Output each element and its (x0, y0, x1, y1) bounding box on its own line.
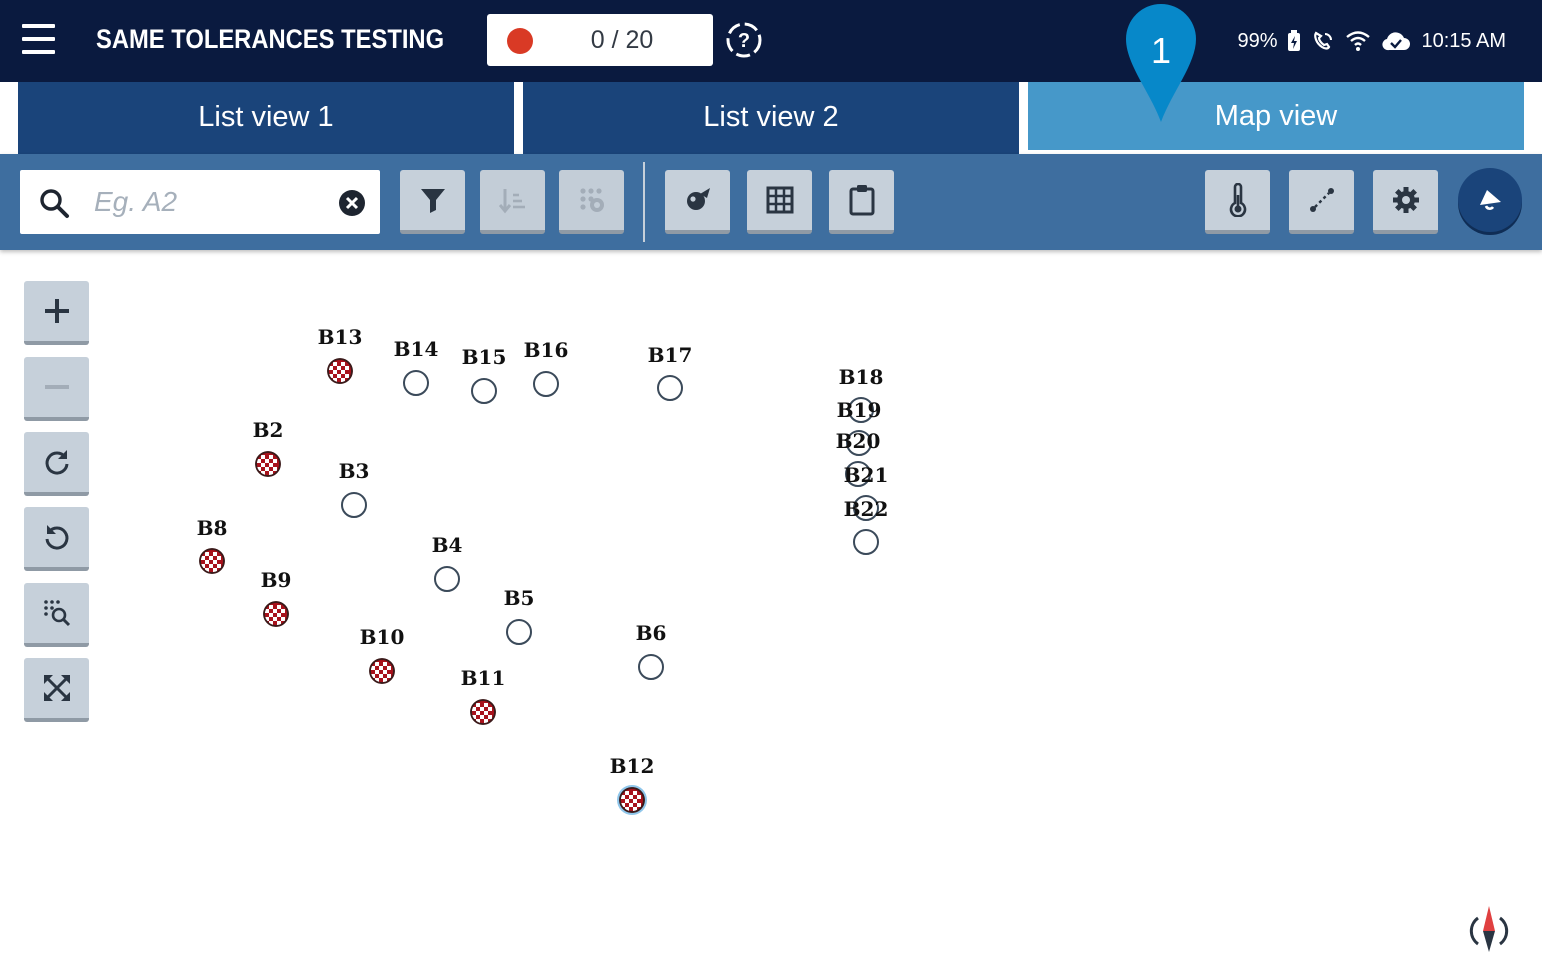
map-marker-label: B8 (196, 516, 228, 540)
map-marker-label: B22 (843, 497, 889, 521)
map-marker-label: B19 (836, 398, 882, 422)
marker-empty-icon (341, 492, 367, 518)
battery-charging-icon (1288, 30, 1301, 51)
clear-search-icon[interactable] (338, 189, 366, 217)
map-canvas[interactable]: B13 B14 B15 B16 B17 B18 B19 B20 B21 B22 B2 B3 B8 B9 B4… (0, 250, 1542, 966)
map-marker-label: B9 (260, 568, 292, 592)
settings-button[interactable] (1373, 170, 1438, 234)
clock-text: 10:15 AM (1421, 29, 1506, 52)
svg-text:?: ? (738, 30, 750, 52)
status-bar: 99% 10:15 AM (1237, 26, 1506, 56)
marker-empty-icon (853, 529, 879, 555)
map-marker-label: B6 (635, 621, 667, 645)
marker-checked-icon (369, 658, 395, 684)
call-icon (1314, 31, 1333, 50)
map-marker-label: B16 (523, 338, 569, 362)
app-root: { "header": { "title": "SAME TOLERANCES … (0, 0, 1542, 966)
toolbar (0, 154, 1542, 250)
filter-icon (420, 189, 445, 213)
sort-button[interactable] (480, 170, 545, 234)
map-marker-label: B11 (460, 666, 506, 690)
tab-list-view-1[interactable]: List view 1 (18, 82, 514, 154)
marker-checked-icon (470, 699, 496, 725)
battery-text: 99% (1237, 29, 1278, 52)
sort-icon (498, 189, 525, 214)
cluster-button[interactable] (559, 170, 624, 234)
notifications-button[interactable] (1458, 168, 1522, 232)
marker-empty-icon (506, 619, 532, 645)
search-icon (40, 189, 69, 218)
record-dot-icon (507, 28, 533, 54)
tab-map-view[interactable]: Map view (1028, 82, 1524, 154)
marker-checked-icon (263, 601, 289, 627)
clipboard-icon (849, 185, 874, 216)
map-marker-label: B13 (317, 325, 363, 349)
marker-checked-icon (617, 785, 647, 815)
measure-button[interactable] (1289, 170, 1354, 234)
map-marker-label: B3 (338, 459, 370, 483)
filter-button[interactable] (400, 170, 465, 234)
locate-button[interactable] (665, 170, 730, 234)
top-bar: SAME TOLERANCES TESTING 0 / 20 ? 99% 10:… (0, 0, 1542, 82)
map-marker-label: B20 (835, 429, 881, 453)
map-marker-label: B12 (609, 754, 655, 778)
marker-empty-icon (403, 370, 429, 396)
clipboard-button[interactable] (829, 170, 894, 234)
map-marker-label: B2 (252, 418, 284, 442)
wifi-icon (1346, 31, 1371, 51)
grid-icon (766, 186, 793, 214)
toolbar-divider (643, 162, 645, 242)
compass-button[interactable] (1466, 904, 1512, 956)
counter-text: 0 / 20 (590, 26, 654, 54)
grid-button[interactable] (747, 170, 812, 234)
marker-empty-icon (638, 654, 664, 680)
thermometer-icon (1229, 183, 1246, 217)
marker-checked-icon (255, 451, 281, 477)
gear-icon (1392, 187, 1419, 213)
bell-icon (1480, 190, 1501, 210)
menu-icon[interactable] (22, 24, 55, 54)
locate-icon (686, 188, 710, 210)
cloud-done-icon (1382, 32, 1411, 51)
app-title: SAME TOLERANCES TESTING (96, 24, 445, 54)
search-box (20, 170, 380, 234)
tour-step-number: 1 (1150, 30, 1172, 71)
marker-empty-icon (657, 375, 683, 401)
marker-empty-icon (434, 566, 460, 592)
tour-step-pin[interactable]: 1 (1124, 2, 1198, 122)
map-marker-label: B21 (843, 463, 889, 487)
map-marker-label: B5 (503, 586, 535, 610)
map-marker-label: B4 (431, 533, 463, 557)
compass-icon (1469, 906, 1509, 952)
cluster-icon (579, 188, 604, 212)
tab-list-view-2[interactable]: List view 2 (523, 82, 1019, 154)
map-marker-label: B17 (647, 343, 693, 367)
map-marker-label: B18 (838, 365, 884, 389)
temperature-button[interactable] (1205, 170, 1270, 234)
search-input[interactable] (94, 180, 324, 224)
marker-empty-icon (533, 371, 559, 397)
marker-checked-icon (327, 358, 353, 384)
help-icon[interactable]: ? (724, 20, 764, 60)
marker-empty-icon (471, 378, 497, 404)
progress-counter[interactable]: 0 / 20 (487, 14, 713, 66)
measure-icon (1309, 188, 1334, 212)
marker-checked-icon (199, 548, 225, 574)
map-marker-label: B10 (359, 625, 405, 649)
